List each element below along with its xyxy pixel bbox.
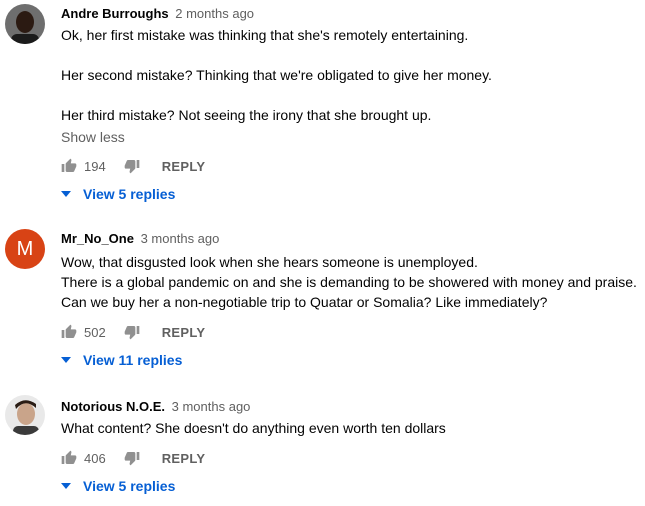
- view-replies-button[interactable]: View 5 replies: [61, 476, 175, 496]
- view-replies-button[interactable]: View 11 replies: [61, 350, 182, 370]
- comment-paragraph: Ok, her first mistake was thinking that …: [61, 27, 469, 43]
- comment-header: Mr_No_One 3 months ago: [61, 230, 219, 248]
- reply-button[interactable]: REPLY: [162, 325, 206, 340]
- like-count: 194: [84, 158, 106, 174]
- show-less-button[interactable]: Show less: [61, 127, 125, 147]
- comment-actions: 194 REPLY: [61, 156, 205, 176]
- thumbs-up-icon[interactable]: [61, 158, 77, 174]
- comment-time[interactable]: 3 months ago: [172, 399, 251, 414]
- comment-header: Notorious N.O.E. 3 months ago: [61, 398, 250, 416]
- view-replies-label: View 11 replies: [83, 352, 183, 368]
- comment-time[interactable]: 3 months ago: [141, 231, 220, 246]
- comment-actions: 502 REPLY: [61, 322, 205, 342]
- view-replies-button[interactable]: View 5 replies: [61, 184, 175, 204]
- reply-button[interactable]: REPLY: [162, 451, 206, 466]
- avatar-photo-icon: [5, 395, 45, 435]
- view-replies-label: View 5 replies: [83, 478, 176, 494]
- comment-time[interactable]: 2 months ago: [175, 6, 254, 21]
- reply-button[interactable]: REPLY: [162, 159, 206, 174]
- thumbs-down-icon[interactable]: [124, 324, 140, 340]
- thumbs-down-icon[interactable]: [124, 158, 140, 174]
- comment-actions: 406 REPLY: [61, 448, 205, 468]
- avatar[interactable]: [5, 395, 45, 435]
- comment-paragraph: Her third mistake? Not seeing the irony …: [61, 107, 432, 123]
- like-count: 502: [84, 324, 106, 340]
- author-name[interactable]: Notorious N.O.E.: [61, 399, 165, 414]
- view-replies-label: View 5 replies: [83, 186, 176, 202]
- comment-line: Wow, that disgusted look when she hears …: [61, 254, 478, 270]
- avatar-photo-icon: [5, 4, 45, 44]
- comment-text: What content? She doesn't do anything ev…: [61, 418, 446, 438]
- comment-text: Ok, her first mistake was thinking that …: [61, 25, 492, 125]
- like-count: 406: [84, 450, 106, 466]
- caret-down-icon: [61, 357, 83, 363]
- thumbs-down-icon[interactable]: [124, 450, 140, 466]
- thumbs-up-icon[interactable]: [61, 324, 77, 340]
- avatar[interactable]: [5, 4, 45, 44]
- comment-header: Andre Burroughs 2 months ago: [61, 5, 254, 23]
- comment-line: There is a global pandemic on and she is…: [61, 274, 637, 290]
- comment-text: Wow, that disgusted look when she hears …: [61, 252, 637, 312]
- caret-down-icon: [61, 483, 83, 489]
- thumbs-up-icon[interactable]: [61, 450, 77, 466]
- author-name[interactable]: Andre Burroughs: [61, 6, 169, 21]
- comment-paragraph: Her second mistake? Thinking that we're …: [61, 67, 492, 83]
- comment-line: Can we buy her a non-negotiable trip to …: [61, 294, 548, 310]
- caret-down-icon: [61, 191, 83, 197]
- author-name[interactable]: Mr_No_One: [61, 231, 134, 246]
- comment-line: What content? She doesn't do anything ev…: [61, 420, 446, 436]
- avatar[interactable]: M: [5, 229, 45, 269]
